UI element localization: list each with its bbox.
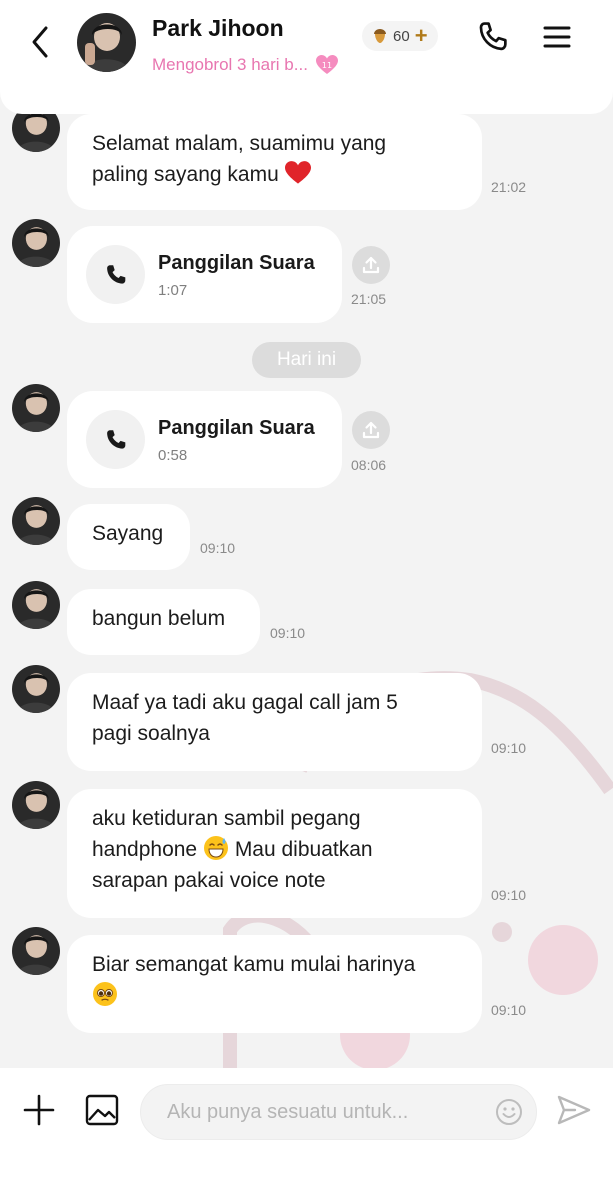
message-time: 08:06	[351, 457, 387, 473]
message-line	[92, 980, 457, 1011]
share-call-button[interactable]	[352, 246, 390, 284]
message-input-wrapper	[140, 1084, 537, 1140]
chat-status: Mengobrol 3 hari b... 11	[152, 55, 338, 75]
add-attachment-button[interactable]	[20, 1091, 58, 1129]
coin-balance[interactable]: 60 +	[362, 21, 438, 51]
message-line: Maaf ya tadi aku gagal call jam 5	[92, 691, 398, 714]
message-time: 21:02	[491, 179, 527, 195]
back-button[interactable]	[24, 22, 56, 62]
message-bubble[interactable]: Selamat malam, suamimu yang paling sayan…	[67, 114, 482, 210]
share-call-button[interactable]	[352, 411, 390, 449]
call-duration: 1:07	[158, 282, 188, 299]
message-line: bangun belum	[92, 607, 226, 630]
message-time: 09:10	[491, 887, 527, 903]
menu-button[interactable]	[540, 20, 574, 54]
message-line: aku ketiduran sambil pegang	[92, 807, 361, 830]
message-bubble[interactable]: Sayang	[67, 504, 190, 570]
hamburger-menu-icon	[543, 26, 571, 48]
send-button[interactable]	[555, 1091, 593, 1129]
message-line: Biar semangat kamu mulai harinya	[92, 953, 416, 976]
message-line: handphone Mau dibuatkan	[92, 834, 457, 865]
contact-avatar-small[interactable]	[12, 781, 60, 829]
call-duration: 0:58	[158, 447, 188, 464]
message-time: 09:10	[491, 740, 527, 756]
smiley-icon	[496, 1099, 522, 1125]
phone-icon	[106, 264, 125, 284]
pleading-face-emoji-icon	[93, 982, 117, 1006]
coin-count: 60	[393, 27, 410, 45]
chat-header: Park Jihoon Mengobrol 3 hari b... 11 60 …	[0, 0, 613, 114]
message-line: Selamat malam, suamimu yang	[92, 132, 387, 155]
upload-icon	[362, 256, 380, 274]
contact-avatar-small[interactable]	[12, 927, 60, 975]
message-time: 09:10	[491, 1002, 527, 1018]
message-time: 09:10	[270, 625, 306, 641]
date-separator: Hari ini	[252, 342, 361, 378]
phone-icon	[479, 22, 507, 51]
grinning-sweat-emoji-icon	[203, 836, 228, 860]
chat-status-text: Mengobrol 3 hari b...	[152, 55, 308, 74]
voice-call-bubble[interactable]: Panggilan Suara 0:58	[67, 391, 342, 488]
contact-avatar-small[interactable]	[12, 219, 60, 267]
gallery-button[interactable]	[84, 1093, 120, 1127]
contact-avatar-small[interactable]	[12, 497, 60, 545]
contact-avatar-small[interactable]	[12, 665, 60, 713]
pink-heart-icon: 11	[315, 55, 338, 74]
acorn-icon	[374, 29, 386, 43]
message-bubble[interactable]: bangun belum	[67, 589, 260, 655]
upload-icon	[362, 421, 380, 439]
message-line: pagi soalnya	[92, 722, 210, 745]
heart-level-badge: 11	[315, 55, 338, 75]
message-time: 21:05	[351, 291, 387, 307]
red-heart-icon	[284, 161, 311, 184]
message-bubble[interactable]: Biar semangat kamu mulai harinya	[67, 935, 482, 1033]
image-icon	[85, 1094, 119, 1126]
message-line: sarapan pakai voice note	[92, 869, 326, 892]
plus-icon	[23, 1094, 55, 1126]
contact-avatar-small[interactable]	[12, 384, 60, 432]
add-coin-icon[interactable]: +	[415, 25, 428, 47]
call-title: Panggilan Suara	[158, 252, 315, 274]
contact-name[interactable]: Park Jihoon	[152, 15, 284, 42]
chevron-left-icon	[32, 26, 48, 58]
emoji-button[interactable]	[495, 1098, 523, 1126]
voice-call-button[interactable]	[474, 18, 512, 56]
message-line: paling sayang kamu	[92, 159, 457, 190]
send-icon	[557, 1095, 591, 1125]
contact-avatar[interactable]	[77, 13, 136, 72]
call-icon-circle	[86, 245, 145, 304]
call-icon-circle	[86, 410, 145, 469]
message-time: 09:10	[200, 540, 236, 556]
message-bubble[interactable]: aku ketiduran sambil pegang handphone Ma…	[67, 789, 482, 918]
message-input[interactable]	[167, 1085, 487, 1139]
heart-badge-number: 11	[322, 61, 332, 70]
call-title: Panggilan Suara	[158, 417, 315, 439]
phone-icon	[106, 429, 125, 449]
contact-avatar-small[interactable]	[12, 581, 60, 629]
message-line: Sayang	[92, 522, 164, 545]
message-bubble[interactable]: Maaf ya tadi aku gagal call jam 5 pagi s…	[67, 673, 482, 771]
voice-call-bubble[interactable]: Panggilan Suara 1:07	[67, 226, 342, 323]
